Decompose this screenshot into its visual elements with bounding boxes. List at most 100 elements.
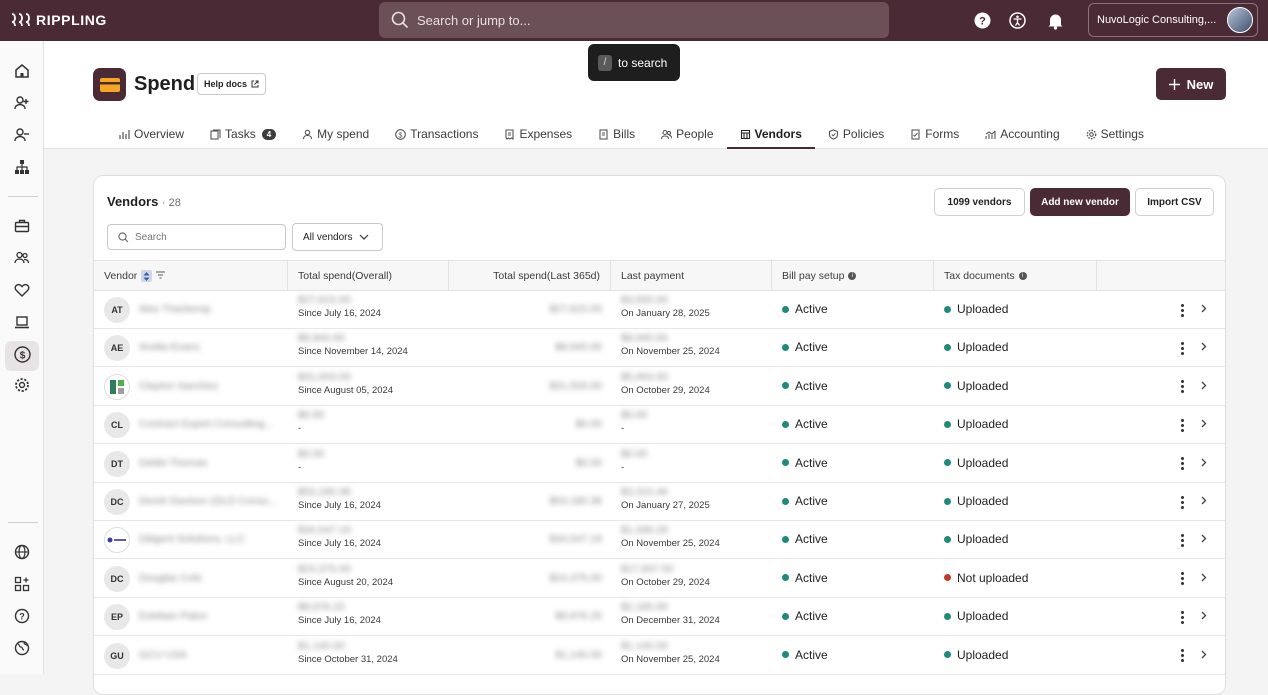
more-options-icon[interactable] xyxy=(1177,493,1187,511)
world-icon[interactable] xyxy=(12,638,32,658)
more-options-icon[interactable] xyxy=(1177,378,1187,396)
payment-date: On December 31, 2024 xyxy=(621,615,720,627)
chevron-right-icon[interactable] xyxy=(1201,302,1207,316)
org-chart-icon[interactable] xyxy=(12,157,32,177)
table-row[interactable]: AE Amilia Evans $8,940.00 Since November 14… xyxy=(94,329,1225,368)
vendor-name[interactable]: GCU USA xyxy=(139,649,187,661)
more-options-icon[interactable] xyxy=(1177,416,1187,434)
company-switcher[interactable]: NuvoLogic Consulting,... xyxy=(1088,3,1258,37)
table-row[interactable]: AT Alex Thackeray $27,815.00 Since July 16,… xyxy=(94,291,1225,329)
table-row[interactable]: CL Contract Expert Consulting... $0.00- $0.… xyxy=(94,406,1225,445)
more-options-icon[interactable] xyxy=(1177,455,1187,473)
add-person-icon[interactable] xyxy=(12,93,32,113)
tab-overview[interactable]: Overview xyxy=(106,119,197,149)
laptop-icon[interactable] xyxy=(12,312,32,332)
more-options-icon[interactable] xyxy=(1177,647,1187,665)
table-row[interactable]: GU GCU USA $1,140.00 Since October 31, 2024… xyxy=(94,637,1225,675)
column-header-tax-documents[interactable]: Tax documents i xyxy=(934,261,1097,291)
vendor-filter-dropdown[interactable]: All vendors xyxy=(292,223,383,251)
vendor-name[interactable]: Contract Expert Consulting... xyxy=(139,418,273,430)
rippling-logo[interactable]: RIPPLING xyxy=(10,12,107,28)
vendor-name[interactable]: Alex Thackeray xyxy=(139,303,211,315)
last-payment: $1,140.00 On November 25, 2024 xyxy=(621,640,720,666)
more-options-icon[interactable] xyxy=(1177,301,1187,319)
tab-expenses[interactable]: Expenses xyxy=(491,119,585,149)
chevron-right-icon[interactable] xyxy=(1201,379,1207,393)
vendor-name[interactable]: Amilia Evans xyxy=(139,341,200,353)
help-circle-icon[interactable]: ? xyxy=(12,606,32,626)
more-options-icon[interactable] xyxy=(1177,339,1187,357)
vendor-name[interactable]: Diligent Solutions, LLC xyxy=(139,533,245,545)
more-options-icon[interactable] xyxy=(1177,608,1187,626)
home-icon[interactable] xyxy=(12,61,32,81)
vendor-name[interactable]: Douglas Cole xyxy=(139,572,202,584)
tab-forms[interactable]: Forms xyxy=(897,119,972,149)
accessibility-icon[interactable] xyxy=(1008,11,1027,30)
table-row[interactable]: Clayton Sanchez $31,933.00 Since August 05… xyxy=(94,368,1225,406)
add-new-vendor-button[interactable]: Add new vendor xyxy=(1030,188,1130,216)
table-row[interactable]: DC Douglas Cole $24,375.00 Since August 20,… xyxy=(94,560,1225,598)
filter-icon[interactable] xyxy=(156,270,166,282)
new-button[interactable]: New xyxy=(1156,68,1226,100)
remove-person-icon[interactable] xyxy=(12,125,32,145)
tab-people[interactable]: People xyxy=(648,119,726,149)
vendor-name[interactable]: Esteban Palon xyxy=(139,610,207,622)
column-header-bill-pay-setup[interactable]: Bill pay setup i xyxy=(772,261,934,291)
tab-tasks[interactable]: Tasks 4 xyxy=(197,119,289,149)
apps-icon[interactable] xyxy=(12,574,32,594)
vendor-name[interactable]: Derek Davison (DLD Consu... xyxy=(139,495,277,507)
table-row[interactable]: DC Derek Davison (DLD Consu... $53,180.38 S… xyxy=(94,483,1225,521)
status-dot xyxy=(782,612,789,620)
form-icon xyxy=(911,128,920,140)
tab-policies[interactable]: Policies xyxy=(815,119,897,149)
vendor-avatar: GU xyxy=(104,642,130,669)
chevron-right-icon[interactable] xyxy=(1201,571,1207,585)
tab-transactions[interactable]: $ Transactions xyxy=(382,119,491,149)
gear-icon[interactable] xyxy=(12,375,32,395)
briefcase-icon[interactable] xyxy=(12,216,32,236)
info-icon[interactable]: i xyxy=(1018,272,1027,280)
bell-icon[interactable] xyxy=(1046,11,1065,30)
tab-accounting[interactable]: Accounting xyxy=(972,119,1072,149)
sort-icon[interactable] xyxy=(141,270,153,282)
tab-settings[interactable]: Settings xyxy=(1073,119,1157,149)
people-icon[interactable] xyxy=(12,248,32,268)
column-header-last-payment[interactable]: Last payment xyxy=(611,261,772,291)
status-dot xyxy=(944,574,951,582)
chevron-right-icon[interactable] xyxy=(1201,532,1207,546)
table-row[interactable]: DT Debbi Thomas $0.00- $0.00 $0.00- Active Upl… xyxy=(94,445,1225,483)
vendor-name[interactable]: Debbi Thomas xyxy=(139,457,207,469)
more-options-icon[interactable] xyxy=(1177,531,1187,549)
chevron-right-icon[interactable] xyxy=(1201,417,1207,431)
column-header-vendor[interactable]: Vendor xyxy=(94,261,288,291)
help-icon[interactable]: ? xyxy=(973,11,992,30)
tab-bills[interactable]: Bills xyxy=(585,119,648,149)
tab-vendors[interactable]: Vendors xyxy=(726,119,816,149)
1099-vendors-button[interactable]: 1099 vendors xyxy=(934,188,1025,216)
vendor-search-input[interactable]: Search xyxy=(107,224,286,250)
column-header-total-overall[interactable]: Total spend(Overall) xyxy=(288,261,449,291)
tab-my-spend[interactable]: My spend xyxy=(289,119,382,149)
total-spend-overall: $24,375.00 Since August 20, 2024 xyxy=(298,563,393,589)
dollar-icon[interactable]: $ xyxy=(12,344,32,364)
chevron-right-icon[interactable] xyxy=(1201,494,1207,508)
column-header-total-365d[interactable]: Total spend(Last 365d) xyxy=(449,261,611,291)
chevron-right-icon[interactable] xyxy=(1201,340,1207,354)
chevron-right-icon[interactable] xyxy=(1201,648,1207,662)
globe-icon[interactable] xyxy=(12,542,32,562)
global-search-input[interactable]: Search or jump to... xyxy=(379,2,889,38)
table-row[interactable]: Diligent Solutions, LLC $34,547.19 Since J… xyxy=(94,521,1225,560)
tax-document-status: Uploaded xyxy=(944,609,1008,623)
help-docs-link[interactable]: Help docs xyxy=(197,73,267,95)
chevron-right-icon[interactable] xyxy=(1201,456,1207,470)
table-row[interactable]: EP Esteban Palon $9,976.25 Since July 16, 2… xyxy=(94,598,1225,637)
vendor-name[interactable]: Clayton Sanchez xyxy=(139,380,218,392)
svg-text:$: $ xyxy=(399,132,403,139)
more-options-icon[interactable] xyxy=(1177,570,1187,588)
tax-document-status: Uploaded xyxy=(944,456,1008,470)
chevron-right-icon[interactable] xyxy=(1201,609,1207,623)
heart-icon[interactable] xyxy=(12,280,32,300)
payment-date: On October 29, 2024 xyxy=(621,384,710,396)
info-icon[interactable]: i xyxy=(848,272,857,280)
import-csv-button[interactable]: Import CSV xyxy=(1135,188,1214,216)
